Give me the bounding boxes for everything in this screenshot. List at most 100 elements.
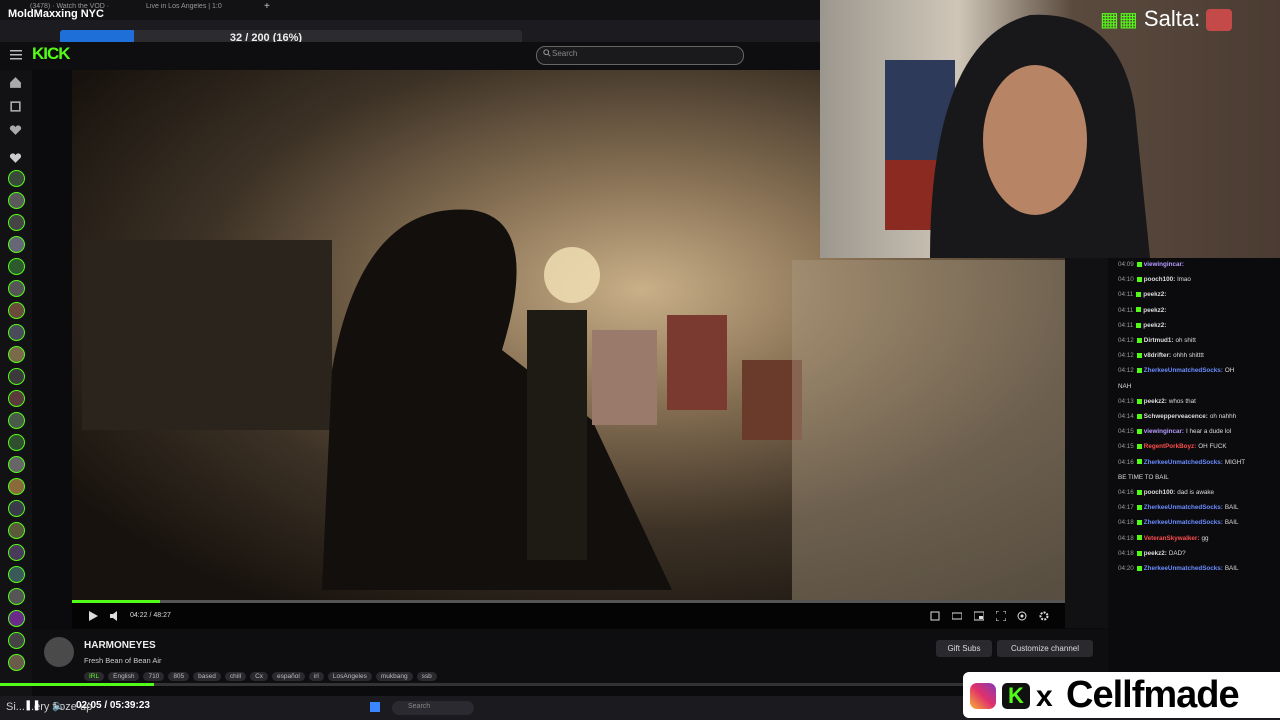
search-placeholder: Search bbox=[552, 49, 578, 58]
lamp-glow bbox=[544, 247, 600, 303]
followed-channel-avatar[interactable] bbox=[8, 456, 25, 473]
windows-start-icon[interactable] bbox=[370, 702, 380, 712]
stream-tag[interactable]: ssb bbox=[416, 672, 437, 681]
chat-username[interactable]: peekz2: bbox=[1144, 398, 1167, 405]
chat-text: BAIL bbox=[1224, 565, 1239, 572]
customize-channel-button[interactable]: Customize channel bbox=[997, 640, 1093, 657]
followed-channel-avatar[interactable] bbox=[8, 214, 25, 231]
stream-tag[interactable]: Cx bbox=[250, 672, 269, 681]
chat-username[interactable]: ZherkeeUnmatchedSocks: bbox=[1144, 367, 1223, 374]
volume-icon[interactable]: 🔈 bbox=[52, 699, 66, 712]
emote-icon bbox=[1206, 9, 1233, 32]
chat-username[interactable]: v8drifter: bbox=[1144, 352, 1171, 359]
hamburger-menu-icon[interactable] bbox=[10, 50, 22, 60]
stream-tag[interactable]: based bbox=[193, 672, 221, 681]
followed-channel-avatar[interactable] bbox=[8, 236, 25, 253]
stream-tag[interactable]: LosAngeles bbox=[327, 672, 372, 681]
followed-channel-avatar[interactable] bbox=[8, 588, 25, 605]
chat-username[interactable]: viewingincar: bbox=[1144, 428, 1184, 435]
followed-channel-avatar[interactable] bbox=[8, 390, 25, 407]
chat-username[interactable]: VeteranSkywalker: bbox=[1144, 535, 1200, 542]
stream-tag[interactable]: irl bbox=[308, 672, 324, 681]
gift-subs-button[interactable]: Gift Subs bbox=[936, 640, 992, 657]
followed-channel-avatar[interactable] bbox=[8, 302, 25, 319]
followed-channel-avatar[interactable] bbox=[8, 544, 25, 561]
stream-tags: IRL English 710 805 based chill Cx español irl Lo… bbox=[84, 669, 441, 681]
followed-channel-avatar[interactable] bbox=[8, 566, 25, 583]
followed-channel-avatar[interactable] bbox=[8, 500, 25, 517]
followed-channel-avatar[interactable] bbox=[8, 434, 25, 451]
stream-tag[interactable]: 710 bbox=[143, 672, 165, 681]
chat-username[interactable]: ZherkeeUnmatchedSocks: bbox=[1144, 504, 1223, 511]
live-icon[interactable] bbox=[1017, 611, 1027, 621]
outer-player-time: 02:05 / 05:39:23 bbox=[76, 700, 150, 711]
taskbar-search[interactable]: Search bbox=[392, 701, 474, 715]
followed-channel-avatar[interactable] bbox=[8, 478, 25, 495]
chat-username[interactable]: pooch100: bbox=[1144, 489, 1176, 496]
browser-tab[interactable]: Live in Los Angeles | 1:0 bbox=[146, 3, 254, 17]
fullscreen-icon[interactable] bbox=[996, 611, 1006, 621]
chat-username[interactable]: peekz2: bbox=[1143, 291, 1166, 298]
followed-channel-avatar[interactable] bbox=[8, 170, 25, 187]
followed-channel-avatar[interactable] bbox=[8, 610, 25, 627]
chat-username[interactable]: peekz2: bbox=[1144, 550, 1167, 557]
pause-icon[interactable]: ❚❚ bbox=[24, 700, 41, 711]
followed-channel-avatar[interactable] bbox=[8, 412, 25, 429]
chat-text: OH bbox=[1224, 367, 1235, 375]
followed-channel-avatar[interactable] bbox=[8, 192, 25, 209]
chat-username[interactable]: Dirtmud1: bbox=[1144, 337, 1174, 344]
followed-channel-avatar[interactable] bbox=[8, 258, 25, 275]
chat-username[interactable]: viewingincar: bbox=[1144, 261, 1184, 268]
chat-timestamp: 04:11 bbox=[1118, 291, 1134, 299]
streamer-avatar[interactable] bbox=[44, 637, 74, 667]
pip-icon[interactable] bbox=[974, 611, 984, 621]
chat-username[interactable]: peekz2: bbox=[1143, 307, 1166, 314]
chat-badge-icon bbox=[1136, 277, 1142, 283]
stream-tag[interactable]: mukbang bbox=[375, 672, 413, 681]
followed-channel-avatar[interactable] bbox=[8, 324, 25, 341]
followed-channel-avatar[interactable] bbox=[8, 654, 25, 671]
stream-tag[interactable]: español bbox=[272, 672, 305, 681]
instagram-icon bbox=[970, 683, 996, 709]
chat-message: 04:15 RegentPorkBoyz: OH FUCK bbox=[1118, 443, 1227, 450]
chat-username[interactable]: ZherkeeUnmatchedSocks: bbox=[1144, 565, 1223, 572]
browser-tabbar: (3478) · Watch the VOD · Live in Los Ang… bbox=[0, 0, 820, 20]
home-icon[interactable] bbox=[9, 76, 22, 89]
stream-tag[interactable]: English bbox=[108, 672, 140, 681]
stream-tag[interactable]: 805 bbox=[168, 672, 190, 681]
followed-channel-avatar[interactable] bbox=[8, 280, 25, 297]
followed-channel-avatar[interactable] bbox=[8, 522, 25, 539]
chat-username[interactable]: RegentPorkBoyz: bbox=[1144, 443, 1196, 450]
settings-gear-icon[interactable] bbox=[1039, 611, 1049, 621]
chat-badge-icon bbox=[1136, 565, 1142, 571]
following-icon[interactable] bbox=[9, 124, 22, 137]
outer-seek-progress bbox=[0, 683, 154, 686]
kick-logo[interactable]: KICK bbox=[32, 44, 71, 64]
chat-username[interactable]: peekz2: bbox=[1143, 322, 1166, 329]
chat-badge-icon bbox=[1136, 535, 1142, 541]
chat-username[interactable]: Schwepperveacence: bbox=[1144, 413, 1208, 420]
chat-badge-icon bbox=[1136, 413, 1142, 419]
followed-channel-avatar[interactable] bbox=[8, 632, 25, 649]
chat-timestamp: 04:20 bbox=[1118, 565, 1134, 572]
volume-icon[interactable] bbox=[110, 611, 121, 621]
followed-channel-avatar[interactable] bbox=[8, 368, 25, 385]
theatre-mode-icon[interactable] bbox=[952, 611, 962, 621]
chat-username[interactable]: ZherkeeUnmatchedSocks: bbox=[1144, 459, 1223, 466]
new-tab-button[interactable]: + bbox=[264, 1, 276, 15]
chat-message: 04:09 viewingincar: bbox=[1118, 261, 1186, 268]
browse-icon[interactable] bbox=[9, 100, 22, 113]
webcam-overlay bbox=[820, 0, 1280, 258]
streamer-name[interactable]: HARMONEYES bbox=[84, 640, 156, 651]
stream-tag[interactable]: IRL bbox=[84, 672, 105, 681]
chat-text: dad is awake bbox=[1177, 489, 1215, 496]
followed-channel-avatar[interactable] bbox=[8, 346, 25, 363]
play-icon[interactable] bbox=[89, 611, 98, 621]
chat-text: MIGHT bbox=[1224, 458, 1246, 466]
clip-icon[interactable] bbox=[930, 611, 940, 621]
chat-username[interactable]: ZherkeeUnmatchedSocks: bbox=[1144, 519, 1223, 526]
chat-text: I hear a dude lol bbox=[1186, 428, 1232, 436]
chat-username[interactable]: pooch100: bbox=[1144, 276, 1176, 283]
chat-badge-icon bbox=[1136, 550, 1142, 556]
stream-tag[interactable]: chill bbox=[224, 672, 247, 681]
